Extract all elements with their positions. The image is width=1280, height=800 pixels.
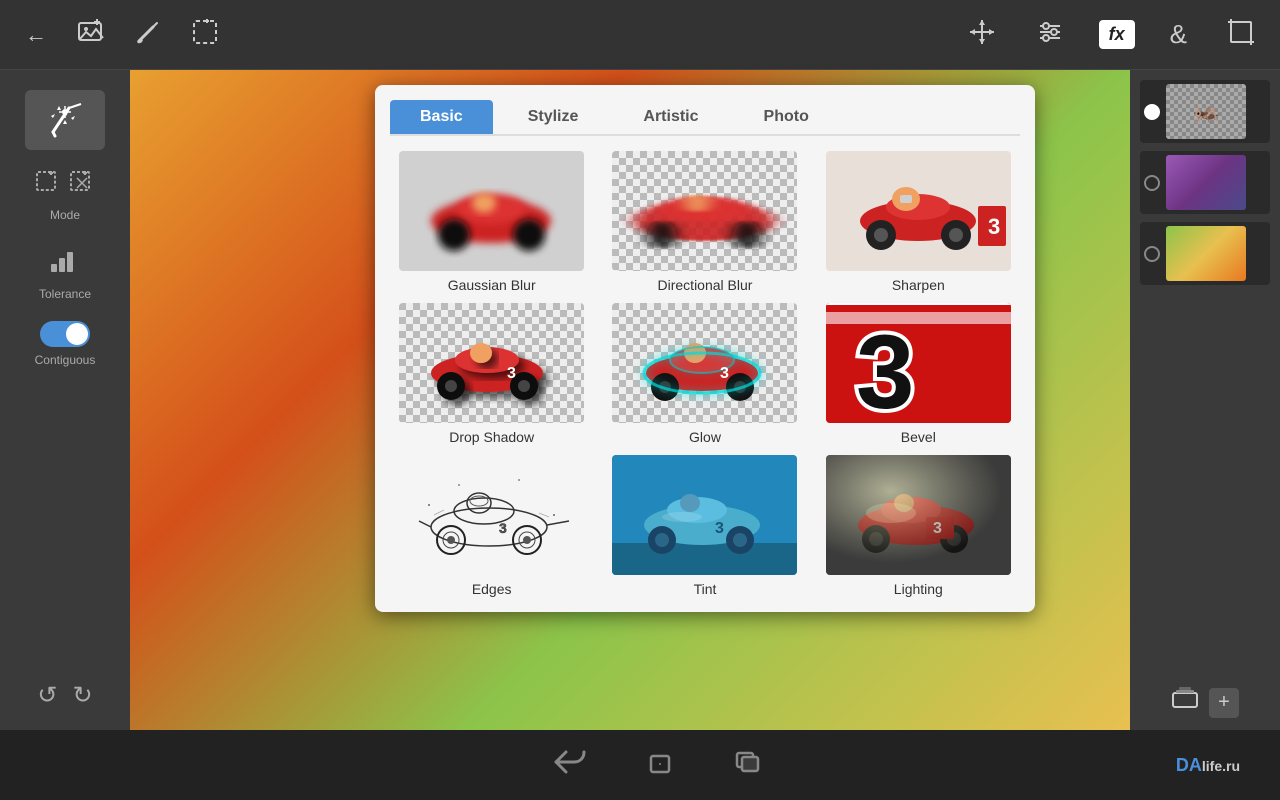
svg-text:3: 3 (988, 214, 1000, 239)
brush-button[interactable] (130, 14, 166, 56)
svg-text:3: 3 (720, 365, 729, 382)
tolerance-icon (49, 242, 81, 281)
undo-button[interactable]: ↺ (37, 681, 57, 710)
svg-text:3: 3 (715, 520, 724, 537)
mode-icons (35, 170, 95, 202)
add-image-button[interactable] (72, 13, 110, 57)
effect-bevel[interactable]: 3 3 Bevel (817, 303, 1020, 445)
effect-label-tint: Tint (694, 581, 717, 597)
tab-basic[interactable]: Basic (390, 100, 493, 134)
move-tool-button[interactable] (963, 13, 1001, 57)
effect-drop-shadow[interactable]: 3 Drop Shadow (390, 303, 593, 445)
top-toolbar: ← (0, 0, 1280, 70)
layers-button[interactable]: & (1165, 14, 1192, 55)
layer-radio-2[interactable] (1144, 175, 1160, 191)
effect-thumb-drop-shadow: 3 (399, 303, 584, 423)
effect-thumb-gaussian-blur (399, 151, 584, 271)
contiguous-label: Contiguous (35, 353, 96, 367)
right-sidebar: 🦗 + (1130, 70, 1280, 730)
effect-thumb-directional-blur (612, 151, 797, 271)
effect-label-bevel: Bevel (901, 429, 936, 445)
effect-label-sharpen: Sharpen (892, 277, 945, 293)
effect-gaussian-blur[interactable]: Gaussian Blur (390, 151, 593, 293)
effect-label-glow: Glow (689, 429, 721, 445)
selection-add-icon[interactable] (35, 170, 61, 202)
tab-artistic[interactable]: Artistic (613, 100, 728, 134)
svg-text:3: 3 (499, 520, 507, 536)
effect-label-edges: Edges (472, 581, 512, 597)
effect-directional-blur[interactable]: Directional Blur (603, 151, 806, 293)
nav-recent-button[interactable] (734, 748, 762, 783)
contiguous-toggle[interactable] (40, 321, 90, 347)
contiguous-tool: Contiguous (10, 321, 120, 367)
nav-home-button[interactable] (646, 748, 674, 783)
nav-back-button[interactable] (554, 748, 586, 783)
sliders-button[interactable] (1031, 13, 1069, 57)
effect-tint[interactable]: 3 Tint (603, 455, 806, 597)
brand-logo: DAlife.ru (1176, 755, 1240, 776)
crop-button[interactable] (1222, 13, 1260, 57)
bottom-nav (554, 748, 762, 783)
svg-text:3: 3 (856, 314, 914, 423)
tolerance-tool: Tolerance (10, 242, 120, 301)
effects-tabs: Basic Stylize Artistic Photo (390, 100, 1020, 136)
layers-panel-icon[interactable] (1171, 685, 1199, 720)
layer-radio-1[interactable] (1144, 104, 1160, 120)
effect-thumb-lighting: 3 (826, 455, 1011, 575)
tolerance-label: Tolerance (39, 287, 91, 301)
layer-radio-3[interactable] (1144, 246, 1160, 262)
effects-panel: Basic Stylize Artistic Photo (375, 85, 1035, 612)
tab-stylize[interactable]: Stylize (498, 100, 609, 134)
fx-button[interactable]: fx (1099, 20, 1135, 49)
mode-tool: Mode (10, 170, 120, 222)
layer-thumb-3 (1166, 226, 1246, 281)
effect-sharpen[interactable]: 3 Sharpen (817, 151, 1020, 293)
right-sidebar-bottom: + (1171, 685, 1239, 720)
layer-item-1[interactable]: 🦗 (1140, 80, 1270, 143)
effect-label-gaussian-blur: Gaussian Blur (448, 277, 536, 293)
toolbar-center: fx & (963, 13, 1260, 57)
undo-redo-area: ↺ ↻ (37, 681, 92, 710)
magic-wand-tool[interactable] (25, 90, 105, 150)
selection-remove-icon[interactable] (69, 170, 95, 202)
effect-lighting[interactable]: 3 Lighting (817, 455, 1020, 597)
effect-glow[interactable]: 3 Glow (603, 303, 806, 445)
left-sidebar: Mode Tolerance Contiguous ↺ ↻ (0, 70, 130, 730)
redo-button[interactable]: ↻ (73, 681, 93, 710)
mode-label: Mode (50, 208, 80, 222)
effect-thumb-bevel: 3 3 (826, 303, 1011, 423)
effect-label-directional-blur: Directional Blur (658, 277, 753, 293)
effect-edges[interactable]: 3 Edges (390, 455, 593, 597)
layer-item-3[interactable] (1140, 222, 1270, 285)
effect-label-drop-shadow: Drop Shadow (449, 429, 534, 445)
toggle-switch[interactable] (40, 321, 90, 347)
bottom-toolbar: DAlife.ru (0, 730, 1280, 800)
effect-thumb-tint: 3 (612, 455, 797, 575)
effect-thumb-sharpen: 3 (826, 151, 1011, 271)
effect-thumb-edges: 3 (399, 455, 584, 575)
selection-button[interactable] (186, 13, 224, 57)
toolbar-left: ← (20, 13, 224, 57)
layer-thumb-2 (1166, 155, 1246, 210)
effects-grid: Gaussian Blur Dir (390, 151, 1020, 597)
layer-thumb-1: 🦗 (1166, 84, 1246, 139)
effect-thumb-glow: 3 (612, 303, 797, 423)
effect-label-lighting: Lighting (894, 581, 943, 597)
add-layer-button[interactable]: + (1209, 688, 1239, 718)
back-button[interactable]: ← (20, 17, 52, 53)
layer-item-2[interactable] (1140, 151, 1270, 214)
tab-photo[interactable]: Photo (734, 100, 839, 134)
svg-text:3: 3 (507, 365, 516, 382)
